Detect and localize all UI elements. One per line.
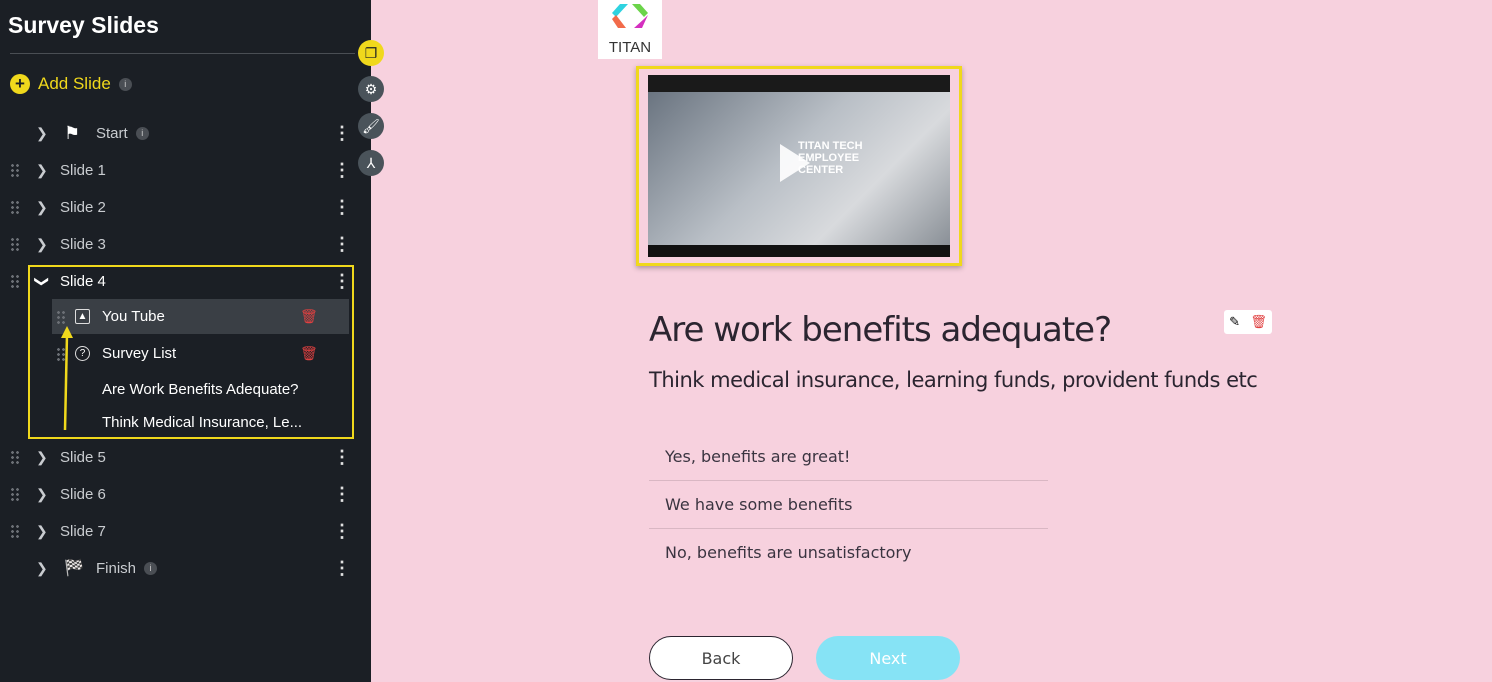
drag-handle-icon[interactable]	[10, 524, 20, 538]
plus-icon: +	[10, 74, 30, 94]
question-title: Are work benefits adequate?	[649, 310, 1112, 350]
more-icon[interactable]: ⋮	[333, 559, 351, 577]
slide-7[interactable]: ❯ Slide 7 ⋮	[0, 516, 371, 546]
play-icon[interactable]	[780, 144, 810, 182]
element-label: Survey List	[102, 345, 177, 362]
info-icon[interactable]: i	[118, 77, 132, 91]
slide-label: Slide 1	[60, 161, 106, 179]
sidebar-title: Survey Slides	[8, 12, 159, 38]
element-youtube[interactable]: ▲ You Tube 🗑	[52, 299, 349, 334]
trash-icon[interactable]: 🗑	[300, 308, 318, 325]
more-icon[interactable]: ⋮	[333, 161, 351, 179]
add-slide-label: Add Slide	[38, 74, 111, 93]
slides-panel-button[interactable]: ❐	[358, 40, 384, 66]
drag-handle-icon[interactable]	[10, 487, 20, 501]
slide-start[interactable]: ❯ ⚑ Start i ⋮	[0, 118, 371, 148]
svg-text:TITAN: TITAN	[609, 39, 651, 56]
option[interactable]: No, benefits are unsatisfactory	[649, 528, 1048, 576]
add-slide-button[interactable]: + Add Slide i	[10, 74, 132, 94]
drag-handle-icon[interactable]	[10, 163, 20, 177]
brush-icon: 🖌	[362, 117, 380, 134]
slide-finish[interactable]: ❯ 🏁 Finish i ⋮	[0, 553, 371, 583]
more-icon[interactable]: ⋮	[333, 235, 351, 253]
settings-button[interactable]: ⚙	[358, 76, 384, 102]
chevron-right-icon[interactable]: ❯	[36, 449, 48, 466]
info-icon[interactable]: i	[144, 561, 158, 575]
branch-icon: ⅄	[366, 154, 376, 171]
checkered-flag-icon: 🏁	[64, 560, 84, 577]
flow-button[interactable]: ⅄	[358, 150, 384, 176]
drag-handle-icon[interactable]	[56, 309, 66, 324]
slide-6[interactable]: ❯ Slide 6 ⋮	[0, 479, 371, 509]
drag-handle-icon[interactable]	[10, 200, 20, 214]
chevron-right-icon[interactable]: ❯	[36, 199, 48, 216]
more-icon[interactable]: ⋮	[333, 522, 351, 540]
trash-icon[interactable]: 🗑	[300, 345, 318, 362]
element-label: You Tube	[102, 308, 165, 325]
youtube-video[interactable]: TITAN TECH EMPLOYEE CENTER	[636, 66, 962, 266]
flag-icon: ⚑	[64, 122, 81, 143]
slide-label: Slide 5	[60, 448, 106, 466]
start-label: Start	[96, 124, 128, 142]
slide-2[interactable]: ❯ Slide 2 ⋮	[0, 192, 371, 222]
gear-icon: ⚙	[364, 80, 378, 97]
chevron-right-icon[interactable]: ❯	[36, 486, 48, 503]
info-icon[interactable]: i	[135, 126, 149, 140]
slide-1[interactable]: ❯ Slide 1 ⋮	[0, 155, 371, 185]
layers-icon: ❐	[364, 44, 378, 61]
divider	[10, 53, 355, 54]
chevron-right-icon[interactable]: ❯	[36, 125, 48, 142]
slide-label: Slide 4	[60, 272, 106, 290]
drag-handle-icon[interactable]	[10, 237, 20, 251]
slide-5[interactable]: ❯ Slide 5 ⋮	[0, 442, 371, 472]
chevron-right-icon[interactable]: ❯	[36, 162, 48, 179]
finish-label: Finish	[96, 559, 137, 577]
sidebar: Survey Slides + Add Slide i ❯ ⚑ Start i ⋮ ❯ Sli…	[0, 0, 371, 682]
chevron-down-icon[interactable]: ❯	[33, 275, 50, 287]
element-label: Think Medical Insurance, Le...	[102, 414, 303, 431]
pencil-icon[interactable]: ✎	[1229, 314, 1240, 330]
drag-handle-icon[interactable]	[10, 450, 20, 464]
drag-handle-icon[interactable]	[10, 274, 20, 288]
more-icon[interactable]: ⋮	[333, 124, 351, 142]
element-survey-list[interactable]: ? Survey List 🗑	[52, 336, 349, 371]
chevron-right-icon[interactable]: ❯	[36, 236, 48, 253]
element-label: Are Work Benefits Adequate?	[102, 381, 299, 398]
more-icon[interactable]: ⋮	[333, 448, 351, 466]
chevron-right-icon[interactable]: ❯	[36, 523, 48, 540]
option[interactable]: Yes, benefits are great!	[649, 432, 1048, 480]
option[interactable]: We have some benefits	[649, 480, 1048, 528]
titan-logo: TITAN	[598, 0, 662, 59]
chevron-right-icon[interactable]: ❯	[36, 560, 48, 577]
next-button[interactable]: Next	[816, 636, 960, 680]
theme-button[interactable]: 🖌	[358, 113, 384, 139]
more-icon[interactable]: ⋮	[333, 198, 351, 216]
more-icon[interactable]: ⋮	[333, 272, 351, 290]
element-question-subtitle[interactable]: Think Medical Insurance, Le...	[52, 405, 349, 440]
arrow-annotation	[61, 326, 73, 431]
slide-3[interactable]: ❯ Slide 3 ⋮	[0, 229, 371, 259]
slide-label: Slide 7	[60, 522, 106, 540]
slide-label: Slide 3	[60, 235, 106, 253]
element-tools: ✎ 🗑	[1224, 310, 1272, 334]
slide-4[interactable]: ❯ Slide 4 ⋮	[0, 266, 371, 296]
element-question-title[interactable]: Are Work Benefits Adequate?	[52, 372, 349, 407]
slide-label: Slide 2	[60, 198, 106, 216]
slide-label: Slide 6	[60, 485, 106, 503]
trash-icon[interactable]: 🗑	[1250, 314, 1267, 330]
question-icon: ?	[75, 346, 90, 361]
video-overlay-text: TITAN TECH EMPLOYEE CENTER	[798, 140, 863, 176]
video-thumbnail: TITAN TECH EMPLOYEE CENTER	[648, 75, 950, 257]
more-icon[interactable]: ⋮	[333, 485, 351, 503]
back-button[interactable]: Back	[649, 636, 793, 680]
image-icon: ▲	[75, 309, 90, 324]
question-subtitle: Think medical insurance, learning funds,…	[649, 368, 1258, 392]
